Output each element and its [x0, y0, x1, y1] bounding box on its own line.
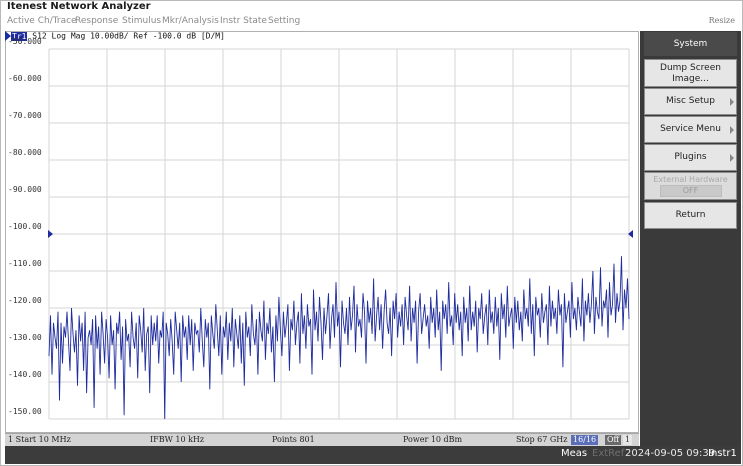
- dump-screen-image-button[interactable]: Dump Screen Image...: [644, 59, 737, 87]
- plugins-label: Plugins: [674, 152, 707, 162]
- service-menu-button[interactable]: Service Menu: [644, 116, 737, 143]
- averaging-count[interactable]: 16/16: [571, 435, 599, 445]
- trace-graph: [48, 48, 633, 420]
- stop-freq[interactable]: Stop 67 GHz: [516, 435, 567, 444]
- misc-setup-button[interactable]: Misc Setup: [644, 88, 737, 115]
- plugins-button[interactable]: Plugins: [644, 144, 737, 171]
- menu-bar: Active Ch/Trace Response Stimulus Mkr/An…: [0, 15, 741, 29]
- submenu-arrow-icon: [730, 97, 734, 106]
- meas-status: Meas: [561, 448, 588, 459]
- menu-active-ch-trace[interactable]: Active Ch/Trace: [7, 16, 77, 26]
- menu-response[interactable]: Response: [75, 16, 118, 26]
- y-tick-label: -90.000: [8, 185, 42, 194]
- service-menu-label: Service Menu: [660, 124, 721, 134]
- ifbw[interactable]: IFBW 10 kHz: [150, 435, 204, 444]
- y-tick-label: -120.00: [8, 296, 42, 305]
- y-tick-label: -80.000: [8, 148, 42, 157]
- external-hardware-label: External Hardware: [653, 175, 728, 184]
- instrument-status-bar: Meas ExtRef 2024-09-05 09:39 Instr1: [5, 446, 741, 464]
- y-tick-label: -140.00: [8, 370, 42, 379]
- y-tick-label: -100.00: [8, 222, 42, 231]
- channel-status-bar: 1 Start 10 MHz IFBW 10 kHz Points 801 Po…: [5, 433, 639, 446]
- points[interactable]: Points 801: [272, 435, 315, 444]
- y-tick-label: -150.00: [8, 407, 42, 416]
- softkey-panel: System Dump Screen Image... Misc Setup S…: [640, 31, 741, 446]
- app-title: Itenest Network Analyzer: [7, 1, 151, 12]
- date-time: 2024-09-05 09:39: [625, 448, 716, 459]
- start-freq[interactable]: 1 Start 10 MHz: [8, 435, 71, 444]
- dump-screen-label: Dump Screen Image...: [660, 63, 721, 84]
- external-hardware-value: OFF: [659, 185, 722, 197]
- averaging-off[interactable]: Off: [605, 435, 622, 445]
- menu-instr-state[interactable]: Instr State: [220, 16, 267, 26]
- submenu-arrow-icon: [730, 153, 734, 162]
- trace-settings: S12 Log Mag 10.00dB/ Ref -100.0 dB [D/M]: [32, 31, 225, 41]
- return-label: Return: [675, 210, 706, 220]
- y-tick-label: -50.000: [8, 37, 42, 46]
- y-tick-label: -70.000: [8, 111, 42, 120]
- softkey-title: System: [644, 32, 737, 56]
- power[interactable]: Power 10 dBm: [403, 435, 462, 444]
- extref-status: ExtRef: [592, 448, 625, 459]
- reference-marker-left[interactable]: [48, 230, 53, 238]
- y-tick-label: -110.00: [8, 259, 42, 268]
- return-button[interactable]: Return: [644, 202, 737, 229]
- y-tick-label: -130.00: [8, 333, 42, 342]
- y-tick-label: -60.000: [8, 74, 42, 83]
- submenu-arrow-icon: [730, 125, 734, 134]
- instrument-id: Instr1: [708, 448, 737, 459]
- resize-button[interactable]: Resize: [709, 16, 735, 25]
- channel-number: 1: [623, 435, 633, 445]
- menu-stimulus[interactable]: Stimulus: [122, 16, 161, 26]
- menu-setting[interactable]: Setting: [268, 16, 300, 26]
- external-hardware-toggle[interactable]: External Hardware OFF: [644, 172, 737, 200]
- misc-setup-label: Misc Setup: [666, 96, 715, 106]
- menu-mkr-analysis[interactable]: Mkr/Analysis: [162, 16, 219, 26]
